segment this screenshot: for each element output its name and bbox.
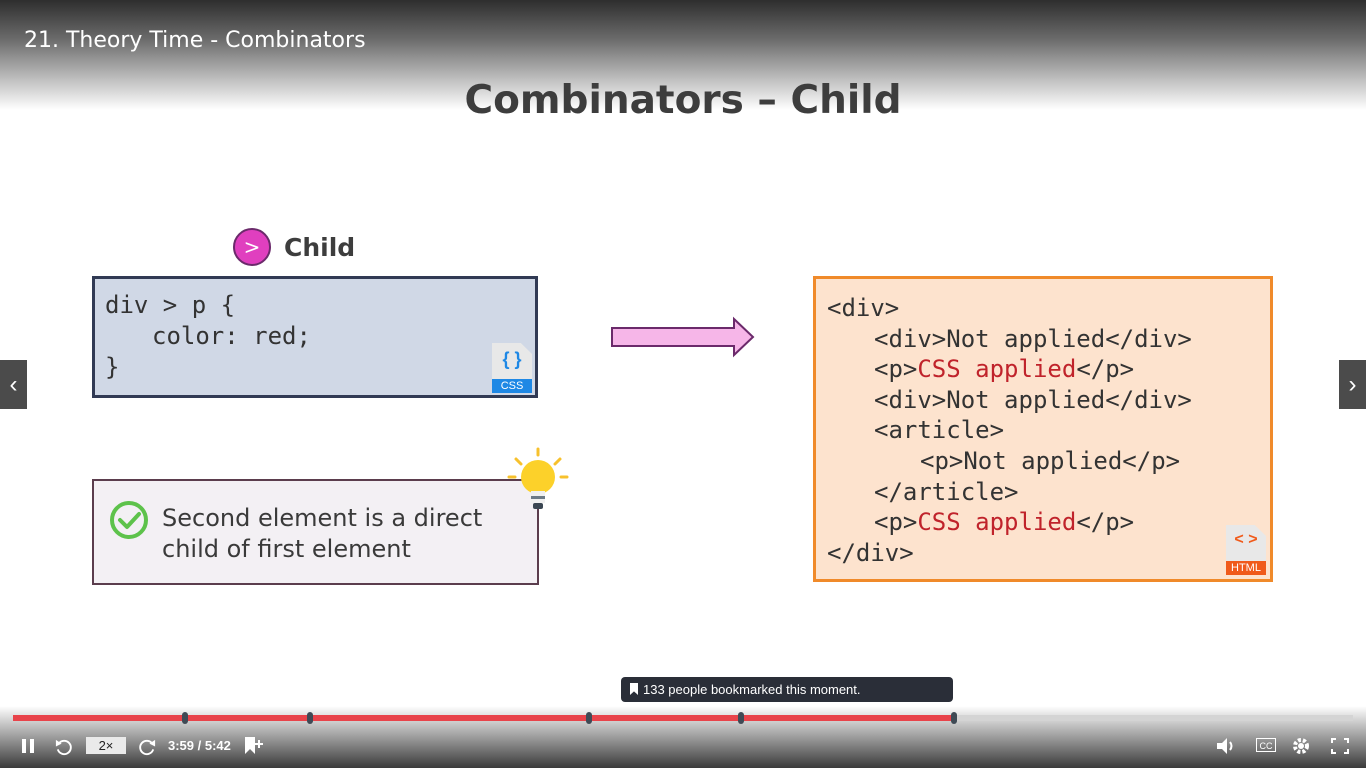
html-line-9: </div> [827, 539, 914, 567]
html-line-3: <p>CSS applied</p> [874, 355, 1134, 383]
html-line-3-highlight: CSS applied [917, 355, 1077, 383]
html-line-8-open: <p> [874, 508, 918, 536]
html-line-3-open: <p> [874, 355, 918, 383]
html-line-1: <div> [827, 294, 900, 322]
forward-icon[interactable] [138, 737, 157, 756]
css-file-tag: CSS [492, 379, 532, 393]
check-circle-icon [110, 501, 148, 539]
playback-time: 3:59 / 5:42 [168, 738, 231, 753]
captions-icon[interactable]: CC [1256, 738, 1276, 752]
child-label: Child [284, 233, 356, 262]
html-line-4: <div>Not applied</div> [874, 386, 1192, 414]
note-box: Second element is a direct child of firs… [92, 479, 539, 585]
next-lecture-button[interactable]: › [1339, 360, 1366, 409]
chevron-right-icon: › [1348, 370, 1357, 398]
volume-icon[interactable] [1216, 737, 1238, 755]
rewind-icon[interactable] [54, 737, 73, 756]
bookmark-tooltip-text: 133 people bookmarked this moment. [643, 682, 861, 697]
css-file-icon: { } CSS [492, 343, 532, 393]
html-line-8: <p>CSS applied</p> [874, 508, 1134, 536]
progress-bar-fill [13, 715, 954, 721]
html-file-glyph: < > [1234, 531, 1258, 548]
html-file-icon: < > HTML [1226, 525, 1266, 575]
html-line-5: <article> [874, 416, 1005, 444]
css-file-glyph: { } [502, 349, 522, 369]
css-code-box: div > p { color: red; } { } CSS [92, 276, 538, 398]
progress-bar[interactable] [13, 715, 1353, 721]
html-line-3-close: </p> [1076, 355, 1135, 383]
css-line-declaration: color: red; [152, 322, 311, 350]
html-file-tag: HTML [1226, 561, 1266, 575]
bookmark-tooltip: 133 people bookmarked this moment. [621, 677, 953, 702]
bookmark-marker[interactable] [307, 712, 314, 724]
bookmark-marker[interactable] [586, 712, 593, 724]
previous-lecture-button[interactable]: ‹ [0, 360, 27, 409]
note-text: Second element is a direct child of firs… [162, 503, 482, 565]
note-line-1: Second element is a direct [162, 504, 483, 532]
video-title: 21. Theory Time - Combinators [24, 28, 366, 53]
html-code-box: <div> <div>Not applied</div> <p>CSS appl… [813, 276, 1273, 582]
playback-speed-button[interactable]: 2× [86, 737, 126, 754]
lightbulb-icon [507, 447, 569, 509]
child-combinator-badge: > [233, 228, 271, 266]
bookmark-marker[interactable] [181, 712, 188, 724]
css-line-selector: div > p { [105, 291, 236, 319]
chevron-left-icon: ‹ [9, 370, 18, 398]
css-line-close: } [105, 353, 120, 381]
bookmark-marker[interactable] [950, 712, 957, 724]
html-line-6: <p>Not applied</p> [920, 447, 1181, 475]
bookmark-marker[interactable] [737, 712, 744, 724]
settings-icon[interactable] [1290, 735, 1312, 757]
fullscreen-icon[interactable] [1330, 737, 1350, 755]
html-line-8-highlight: CSS applied [917, 508, 1077, 536]
bookmark-add-icon[interactable] [243, 736, 265, 756]
html-line-2: <div>Not applied</div> [874, 325, 1192, 353]
bookmark-icon [630, 683, 638, 695]
note-line-2: child of first element [162, 535, 411, 563]
right-arrow-icon [611, 316, 755, 358]
html-line-7: </article> [874, 478, 1019, 506]
slide-title: Combinators – Child [464, 78, 902, 123]
html-line-8-close: </p> [1076, 508, 1135, 536]
pause-icon[interactable] [20, 738, 36, 754]
